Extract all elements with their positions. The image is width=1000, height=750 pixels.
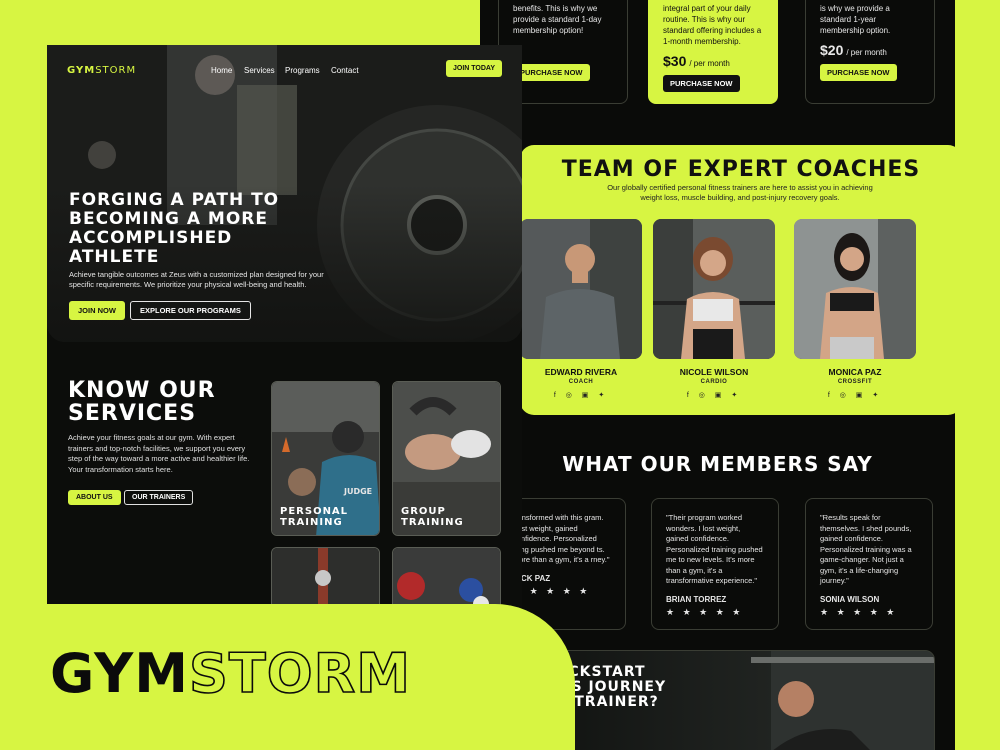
pricing-text: is why we provide a standard 1-year memb…	[820, 4, 891, 35]
star-rating: ★ ★ ★ ★ ★	[666, 606, 744, 617]
purchase-now-button[interactable]: PURCHASE NOW	[513, 64, 590, 81]
hero-section: GYMSTORM Home Services Programs Contact …	[47, 45, 522, 342]
pricing-card-year: is why we provide a standard 1-year memb…	[805, 0, 935, 104]
pricing-text: benefits. This is why we provide a stand…	[513, 4, 602, 35]
pricing-amount: $30/ per month	[663, 53, 730, 69]
coach-figure	[520, 219, 642, 359]
star-rating: ★ ★ ★ ★ ★	[820, 606, 898, 617]
coach-card[interactable]: EDWARD RIVERA COACH f ◎ ▣ ✦	[520, 219, 642, 399]
coach-role: COACH	[568, 379, 594, 385]
coach-name: NICOLE WILSON	[679, 367, 749, 377]
our-trainers-button[interactable]: OUR TRAINERS	[124, 490, 194, 505]
testimonial-card: "Their program worked wonders. I lost we…	[651, 498, 779, 630]
brand-wordmark: GYMSTORM	[50, 642, 411, 705]
coaches-title: TEAM OF EXPERT COACHES	[561, 157, 921, 182]
pricing-text: integral part of your daily routine. Thi…	[663, 4, 762, 46]
hero-subtitle: Achieve tangible outcomes at Zeus with a…	[69, 270, 324, 289]
brand-banner: GYMSTORM	[0, 604, 575, 750]
coaches-section: TEAM OF EXPERT COACHES Our globally cert…	[520, 145, 955, 415]
coach-figure	[794, 219, 916, 359]
nav-services[interactable]: Services	[244, 66, 275, 75]
coach-card[interactable]: NICOLE WILSON CARDIO f ◎ ▣ ✦	[653, 219, 775, 399]
cta-banner: TO KICKSTART ITNESS JOURNEY ONAL TRAINER…	[520, 650, 935, 750]
shirt-label: JUDGE	[343, 487, 372, 496]
hero-title: FORGING A PATH TO BECOMING A MORE ACCOMP…	[69, 190, 280, 267]
nav-programs[interactable]: Programs	[285, 66, 320, 75]
testimonial-name: SONIA WILSON	[820, 594, 880, 604]
service-card-group-training[interactable]: GROUP TRAINING	[392, 381, 501, 536]
join-now-button[interactable]: JOIN NOW	[69, 301, 125, 320]
purchase-now-button[interactable]: PURCHASE NOW	[820, 64, 897, 81]
testimonial-card: "Results speak for themselves. I shed po…	[805, 498, 933, 630]
services-title: KNOW OUR SERVICES	[68, 378, 216, 426]
social-icons[interactable]: f ◎ ▣ ✦	[794, 391, 916, 399]
coach-photo	[520, 219, 642, 359]
coach-role: CARDIO	[700, 379, 728, 385]
pricing-card-month: integral part of your daily routine. Thi…	[648, 0, 778, 104]
social-icons[interactable]: f ◎ ▣ ✦	[653, 391, 775, 399]
gymstorm-logo[interactable]: GYMSTORM	[67, 65, 136, 76]
testimonial-name: BRIAN TORREZ	[666, 594, 727, 604]
coach-role: CROSSFIT	[837, 379, 873, 385]
testimonial-text: transformed with this gram. Lost weight,…	[513, 513, 610, 564]
coach-photo	[653, 219, 775, 359]
testimonial-name: RICK PAZ	[513, 573, 551, 583]
services-subtitle: Achieve your fitness goals at our gym. W…	[68, 433, 250, 474]
service-card-personal-training[interactable]: JUDGE PERSONAL TRAINING	[271, 381, 380, 536]
service-card-label: GROUP TRAINING	[401, 506, 464, 528]
service-card-label: PERSONAL TRAINING	[280, 506, 349, 528]
nav-contact[interactable]: Contact	[331, 66, 359, 75]
star-rating: ★ ★ ★ ★ ★	[513, 585, 591, 596]
testimonial-text: "Results speak for themselves. I shed po…	[820, 513, 912, 585]
coach-name: EDWARD RIVERA	[544, 367, 618, 377]
coach-card[interactable]: MONICA PAZ CROSSFIT f ◎ ▣ ✦	[794, 219, 916, 399]
social-icons[interactable]: f ◎ ▣ ✦	[520, 391, 642, 399]
pricing-amount: $20/ per month	[820, 42, 887, 58]
about-us-button[interactable]: ABOUT US	[68, 490, 121, 505]
coaches-subtitle: Our globally certified personal fitness …	[607, 183, 873, 202]
coach-name: MONICA PAZ	[828, 367, 882, 377]
testimonials-title: WHAT OUR MEMBERS SAY	[562, 452, 873, 476]
testimonial-text: "Their program worked wonders. I lost we…	[666, 513, 763, 585]
explore-programs-button[interactable]: EXPLORE OUR PROGRAMS	[130, 301, 251, 320]
pricing-amount: 2	[513, 42, 613, 58]
nav-home[interactable]: Home	[211, 66, 232, 75]
purchase-now-button[interactable]: PURCHASE NOW	[663, 75, 740, 92]
join-today-button[interactable]: JOIN TODAY	[446, 60, 503, 77]
coach-figure	[653, 219, 775, 359]
coach-photo	[794, 219, 916, 359]
